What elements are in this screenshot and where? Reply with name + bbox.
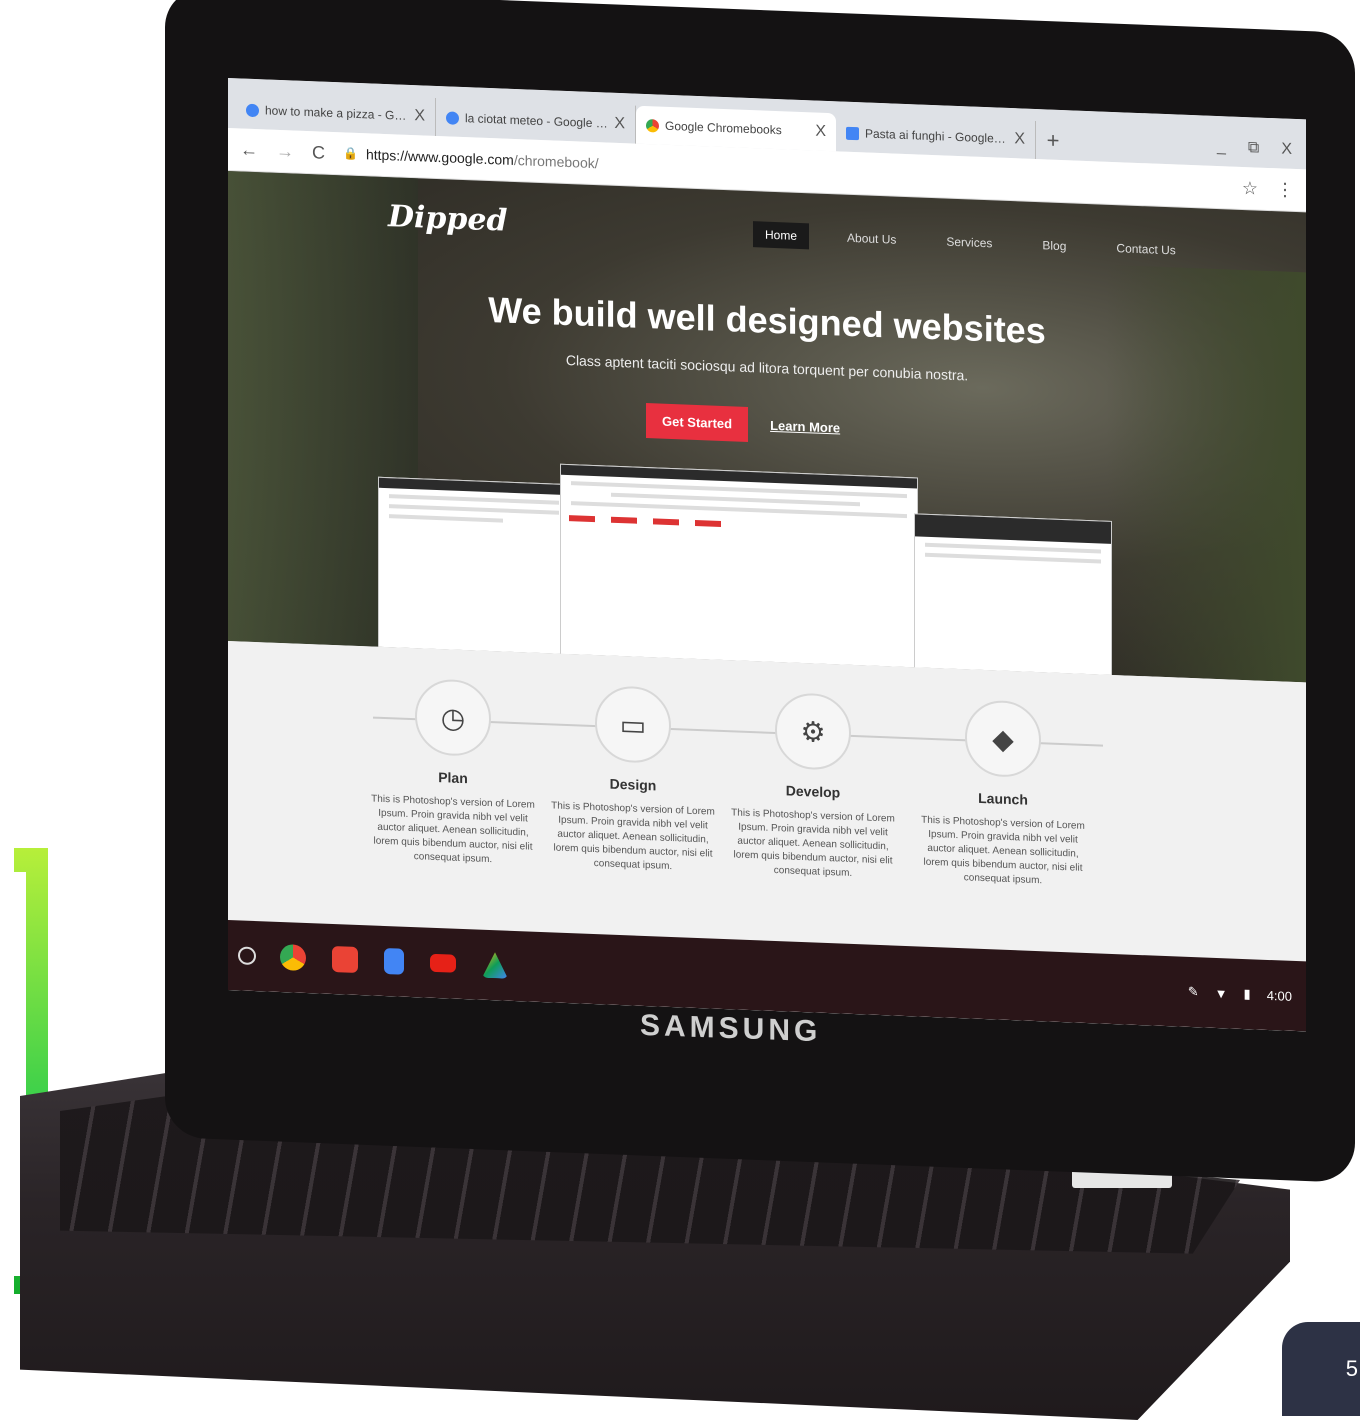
clock-icon: ◷ <box>415 678 491 758</box>
tab-chromebooks[interactable]: Google Chromebooks X <box>636 105 836 152</box>
close-icon[interactable]: X <box>614 115 625 133</box>
preview-screenshot-center <box>560 463 918 670</box>
step-text: This is Photoshop's version of Lorem Ips… <box>371 793 535 866</box>
reload-icon[interactable]: C <box>312 142 325 163</box>
site-nav: Home About Us Services Blog Contact Us <box>753 221 1188 264</box>
drive-icon[interactable] <box>482 952 508 979</box>
lock-icon: 🔒 <box>343 146 358 161</box>
battery-icon: ▮ <box>1243 986 1251 1002</box>
stylus-icon[interactable]: ✎ <box>1188 984 1199 1000</box>
preview-screenshot-right <box>914 513 1112 677</box>
url-host: https://www.google.com <box>365 146 514 168</box>
step-design: ▭ Design This is Photoshop's version of … <box>548 683 718 876</box>
slide-page-number: 5 <box>1282 1322 1360 1416</box>
docs-icon <box>846 126 859 140</box>
step-develop: ⚙ Develop This is Photoshop's version of… <box>728 690 898 883</box>
url-path: /chromebook/ <box>513 151 599 172</box>
bookmark-star-icon[interactable]: ☆ <box>1242 177 1258 199</box>
tab-pasta[interactable]: Pasta ai funghi - Google Docs X <box>836 113 1036 160</box>
hero-section: Dipped Home About Us Services Blog Conta… <box>228 171 1306 683</box>
nav-home[interactable]: Home <box>753 221 810 250</box>
step-plan: ◷ Plan This is Photoshop's version of Lo… <box>368 676 538 869</box>
google-icon <box>446 110 459 125</box>
wifi-icon: ▼ <box>1214 985 1228 1001</box>
tab-title: Pasta ai funghi - Google Docs <box>865 126 1009 146</box>
window-controls: _ ⧉ X <box>1217 128 1306 169</box>
hero-actions: Get Started Learn More <box>646 403 840 445</box>
menu-dots-icon[interactable]: ⋮ <box>1276 179 1294 201</box>
step-text: This is Photoshop's version of Lorem Ips… <box>921 814 1085 887</box>
step-text: This is Photoshop's version of Lorem Ips… <box>731 807 895 879</box>
step-title: Plan <box>438 769 468 787</box>
status-tray[interactable]: ✎ ▼ ▮ 4:00 <box>1188 984 1306 1005</box>
step-text: This is Photoshop's version of Lorem Ips… <box>551 800 715 873</box>
get-started-button[interactable]: Get Started <box>646 403 749 442</box>
site-logo[interactable]: Dipped <box>388 199 507 239</box>
close-icon[interactable]: X <box>414 107 425 125</box>
close-window-button[interactable]: X <box>1281 130 1292 168</box>
nav-about[interactable]: About Us <box>835 224 908 253</box>
tab-title: Google Chromebooks <box>665 118 782 138</box>
step-title: Develop <box>785 782 841 801</box>
tab-title: la ciotat meteo - Google Sear <box>465 111 609 131</box>
box-icon: ◆ <box>965 699 1041 779</box>
maximize-button[interactable]: ⧉ <box>1248 129 1259 167</box>
gmail-icon[interactable] <box>332 945 358 973</box>
close-icon[interactable]: X <box>1014 130 1025 148</box>
tab-title: how to make a pizza - Googl <box>265 103 409 123</box>
preview-screenshot-left <box>378 476 570 657</box>
tab-pizza[interactable]: how to make a pizza - Googl X <box>236 90 436 136</box>
laptop-icon: ▭ <box>595 685 671 765</box>
clock-time: 4:00 <box>1266 987 1292 1004</box>
brand-label: SAMSUNG <box>640 1008 822 1049</box>
step-title: Launch <box>978 789 1028 808</box>
chrome-icon[interactable] <box>280 943 306 971</box>
step-launch: ◆ Launch This is Photoshop's version of … <box>918 698 1088 891</box>
youtube-icon[interactable] <box>430 953 456 973</box>
new-tab-button[interactable]: + <box>1036 121 1070 160</box>
learn-more-link[interactable]: Learn More <box>770 418 840 436</box>
chrome-icon <box>646 118 659 133</box>
gear-icon: ⚙ <box>775 692 851 771</box>
docs-icon[interactable] <box>384 947 404 975</box>
step-title: Design <box>609 775 657 794</box>
back-icon[interactable]: ← <box>240 139 258 161</box>
tab-meteo[interactable]: la ciotat meteo - Google Sear X <box>436 97 636 144</box>
google-icon <box>246 103 259 117</box>
close-icon[interactable]: X <box>815 123 826 141</box>
nav-services[interactable]: Services <box>934 228 1004 257</box>
launcher-icon[interactable] <box>238 946 256 966</box>
nav-contact[interactable]: Contact Us <box>1104 235 1187 264</box>
minimize-button[interactable]: _ <box>1217 128 1226 166</box>
forward-icon[interactable]: → <box>276 140 294 162</box>
nav-blog[interactable]: Blog <box>1030 232 1078 260</box>
chromebook-screen: how to make a pizza - Googl X la ciotat … <box>228 78 1306 1032</box>
